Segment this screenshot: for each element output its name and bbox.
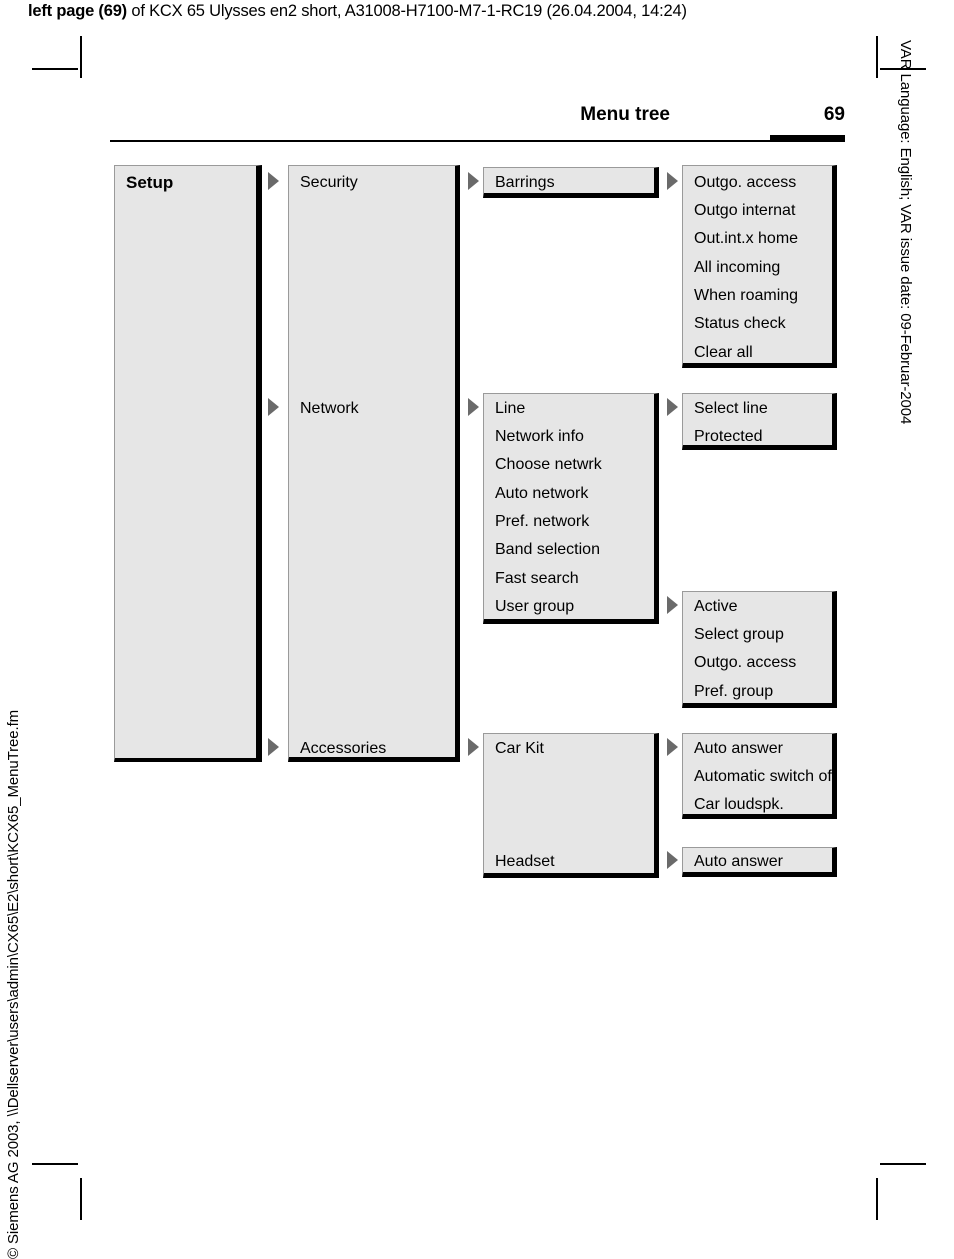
arrow-setup-to-network [268, 398, 279, 416]
menu-item-pref-group[interactable]: Pref. group [694, 684, 773, 700]
side-note-right: VAR Language: English; VAR issue date: 0… [897, 40, 914, 425]
menu-item-out-int-home[interactable]: Out.int.x home [694, 231, 798, 247]
arrow-carkit-to-options [667, 738, 678, 756]
menu-box-barrings[interactable]: Barrings [483, 167, 659, 198]
menu-item-barrings[interactable]: Barrings [495, 175, 555, 191]
menu-item-line[interactable]: Line [495, 401, 525, 417]
menu-item-clear-all[interactable]: Clear all [694, 345, 753, 361]
arrow-headset-to-options [667, 851, 678, 869]
crop-mark-top-left-horizontal [32, 68, 78, 70]
menu-item-car-loudspk[interactable]: Car loudspk. [694, 797, 784, 813]
crop-mark-top-left-vertical [80, 36, 82, 78]
print-header: left page (69) of KCX 65 Ulysses en2 sho… [28, 2, 687, 21]
arrow-security-to-barrings [468, 172, 479, 190]
arrow-line-to-lineoptions [667, 398, 678, 416]
menu-box-line-options[interactable]: Select line Protected [682, 393, 837, 450]
menu-item-auto-answer[interactable]: Auto answer [694, 741, 783, 757]
print-header-bold: left page (69) [28, 2, 127, 20]
crop-mark-bottom-right-vertical [876, 1178, 878, 1220]
menu-item-active[interactable]: Active [694, 599, 738, 615]
menu-box-barrings-options[interactable]: Outgo. access Outgo internat Out.int.x h… [682, 165, 837, 368]
menu-item-pref-network[interactable]: Pref. network [495, 514, 589, 530]
arrow-usergroup-to-groupoptions [667, 596, 678, 614]
arrow-network-to-networkmenu [468, 398, 479, 416]
menu-item-when-roaming[interactable]: When roaming [694, 288, 798, 304]
menu-box-headset-options[interactable]: Auto answer [682, 847, 837, 877]
crop-mark-bottom-left-horizontal [32, 1163, 78, 1165]
menu-item-status-check[interactable]: Status check [694, 316, 786, 332]
arrow-setup-to-security [268, 172, 279, 190]
menu-item-headset-auto-answer[interactable]: Auto answer [694, 854, 783, 870]
menu-item-setup[interactable]: Setup [126, 174, 173, 191]
header-rule [110, 140, 845, 142]
menu-item-all-incoming[interactable]: All incoming [694, 260, 780, 276]
menu-item-fast-search[interactable]: Fast search [495, 571, 579, 587]
side-note-left: © Siemens AG 2003, \\Dellserver\users\ad… [5, 709, 22, 1259]
arrow-barrings-to-options [667, 172, 678, 190]
crop-mark-bottom-left-vertical [80, 1178, 82, 1220]
page-number: 69 [823, 104, 845, 125]
menu-item-choose-netwrk[interactable]: Choose netwrk [495, 457, 602, 473]
crop-mark-bottom-right-horizontal [880, 1163, 926, 1165]
print-header-rest: of KCX 65 Ulysses en2 short, A31008-H710… [126, 2, 687, 20]
menu-item-security[interactable]: Security [300, 175, 358, 191]
menu-item-select-line[interactable]: Select line [694, 401, 768, 417]
menu-item-automatic-switch-off[interactable]: Automatic switch off [694, 769, 836, 785]
menu-item-network[interactable]: Network [300, 401, 359, 417]
arrow-accessories-to-carkit [468, 738, 479, 756]
menu-box-accessories-options[interactable]: Car Kit Headset [483, 733, 659, 878]
header-rule-accent [770, 135, 845, 142]
menu-item-outgo-access[interactable]: Outgo. access [694, 175, 796, 191]
menu-item-band-selection[interactable]: Band selection [495, 542, 600, 558]
running-head: Menu tree 69 [110, 104, 845, 150]
menu-box-usergroup-options[interactable]: Active Select group Outgo. access Pref. … [682, 591, 837, 708]
crop-mark-top-right-vertical [876, 36, 878, 78]
menu-item-auto-network[interactable]: Auto network [495, 486, 588, 502]
menu-box-level2[interactable]: Security Network Accessories [288, 165, 460, 762]
menu-box-setup[interactable]: Setup [114, 165, 262, 762]
menu-box-network-options[interactable]: Line Network info Choose netwrk Auto net… [483, 393, 659, 624]
menu-item-user-group[interactable]: User group [495, 599, 574, 615]
arrow-setup-to-accessories [268, 738, 279, 756]
page-title: Menu tree [580, 104, 670, 125]
menu-item-outgo-internat[interactable]: Outgo internat [694, 203, 795, 219]
menu-item-accessories[interactable]: Accessories [300, 741, 386, 757]
menu-item-network-info[interactable]: Network info [495, 429, 584, 445]
menu-item-protected[interactable]: Protected [694, 429, 762, 445]
menu-item-headset[interactable]: Headset [495, 854, 555, 870]
menu-box-carkit-options[interactable]: Auto answer Automatic switch off Car lou… [682, 733, 837, 819]
menu-item-car-kit[interactable]: Car Kit [495, 741, 544, 757]
menu-item-select-group[interactable]: Select group [694, 627, 784, 643]
menu-item-outgo-access2[interactable]: Outgo. access [694, 655, 796, 671]
